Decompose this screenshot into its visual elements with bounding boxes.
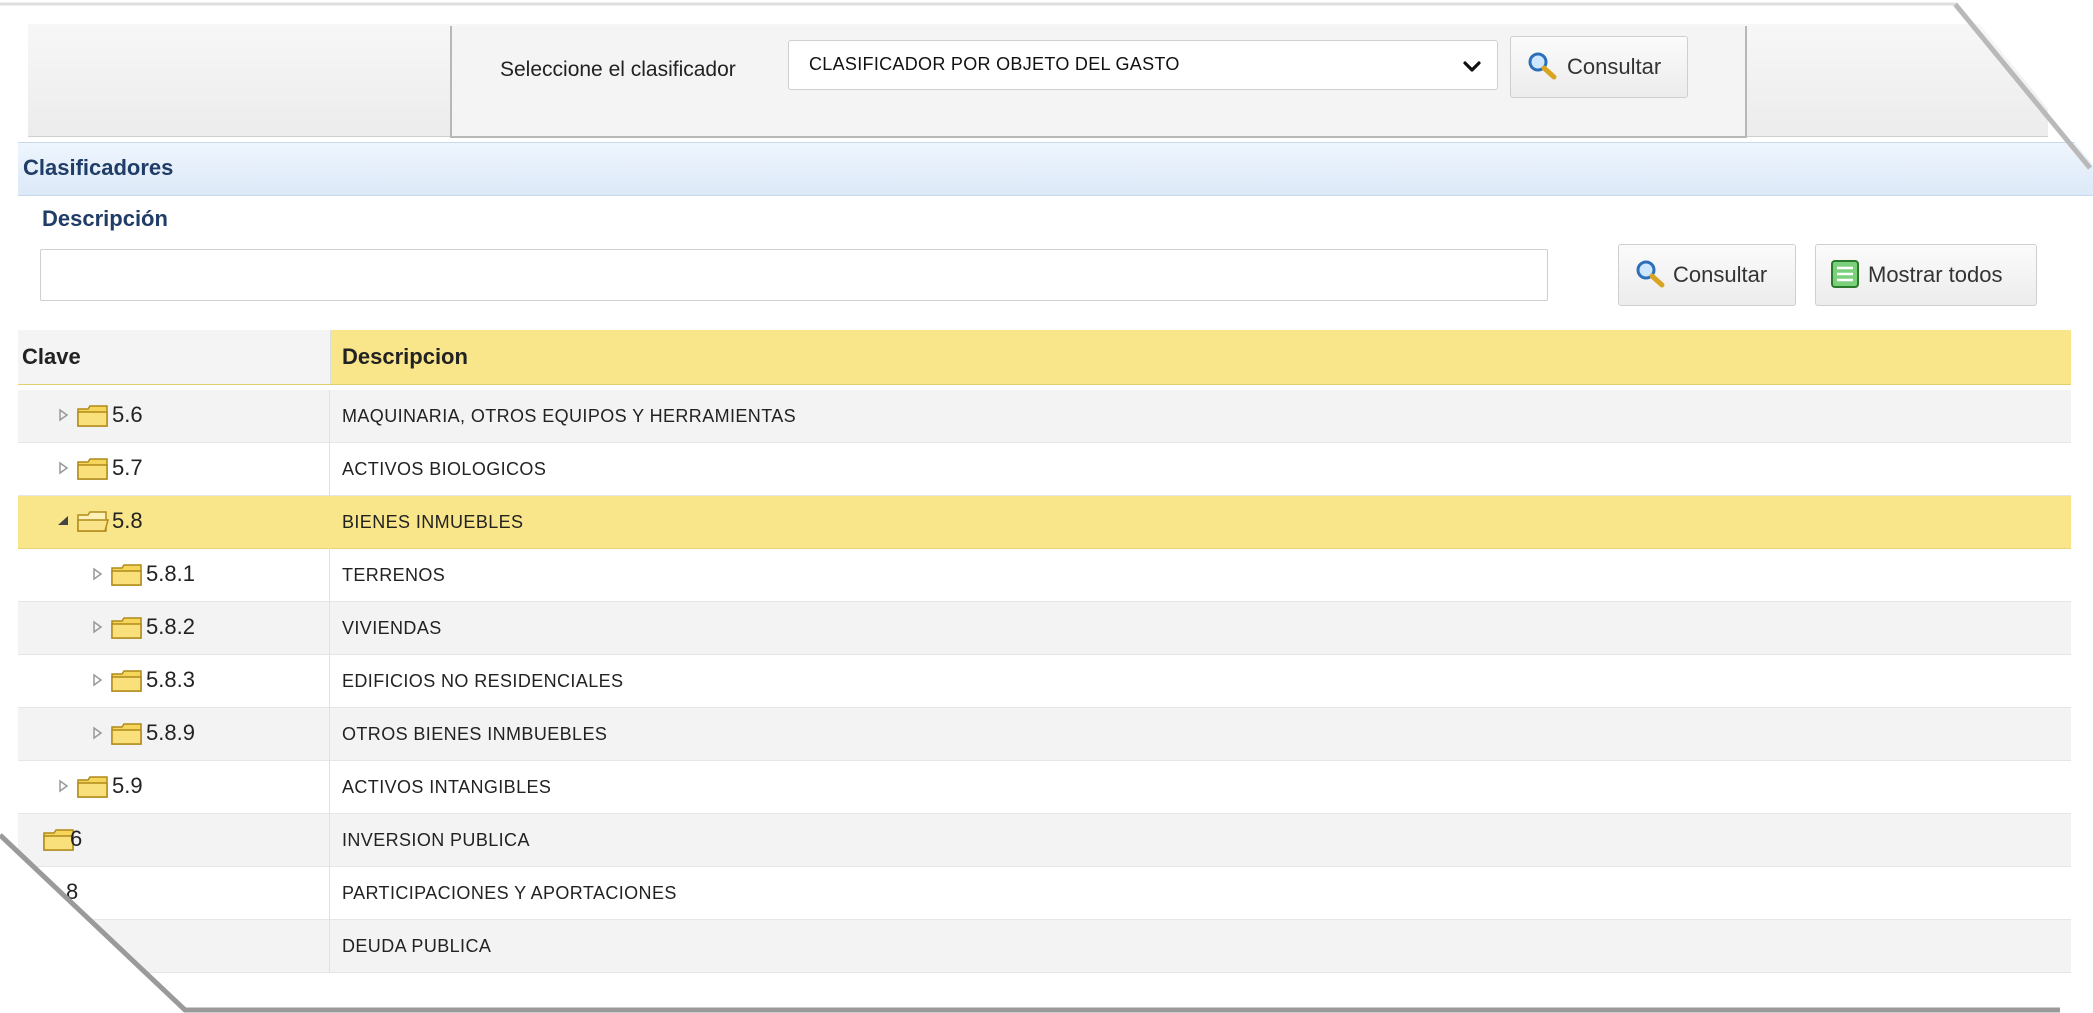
descripcion-value: ACTIVOS INTANGIBLES xyxy=(342,777,552,797)
tree-row[interactable]: 8 PARTICIPACIONES Y APORTACIONES xyxy=(18,867,2071,920)
classifiers-panel-header: Clasificadores xyxy=(18,142,2093,196)
clave-value: 6 xyxy=(70,826,83,851)
tree-row[interactable]: 5.8 BIENES INMUEBLES xyxy=(18,496,2071,549)
descripcion-value: VIVIENDAS xyxy=(342,618,442,638)
clave-cell: 5.7 xyxy=(18,443,330,496)
descripcion-value: DEUDA PUBLICA xyxy=(342,936,492,956)
search-icon xyxy=(1528,52,1557,80)
folder-icon xyxy=(77,405,108,427)
folder-open-icon xyxy=(77,511,109,532)
descripcion-value: TERRENOS xyxy=(342,565,446,585)
search-icon xyxy=(1636,260,1665,288)
folder-icon xyxy=(111,564,142,586)
consult-label: Consultar xyxy=(1673,262,1768,287)
expand-triangle-icon[interactable] xyxy=(56,460,70,476)
folder-icon xyxy=(77,776,108,798)
tree-row[interactable]: 5.8.2 VIVIENDAS xyxy=(18,602,2071,655)
clave-cell: 5.8.9 xyxy=(18,708,330,761)
clave-value: 5.7 xyxy=(112,455,143,480)
clave-cell: 5.9 xyxy=(18,761,330,814)
descripcion-value: EDIFICIOS NO RESIDENCIALES xyxy=(342,671,624,691)
expand-triangle-icon[interactable] xyxy=(56,778,70,794)
clave-value: 5.8.1 xyxy=(146,561,195,586)
description-search-input[interactable] xyxy=(40,249,1548,301)
descripcion-value: MAQUINARIA, OTROS EQUIPOS Y HERRAMIENTAS xyxy=(342,406,797,426)
tree-row[interactable]: DEUDA PUBLICA xyxy=(18,920,2071,973)
clave-cell: 6 xyxy=(18,814,330,867)
description-label: Descripción xyxy=(42,206,168,231)
page-frame: Seleccione el clasificador CLASIFICADOR … xyxy=(0,0,2093,1013)
tree-row[interactable]: 5.7 ACTIVOS BIOLOGICOS xyxy=(18,443,2071,496)
list-icon xyxy=(1831,260,1859,288)
grid-header: Clave Descripcion xyxy=(18,330,2071,385)
consult-label: Consultar xyxy=(1567,54,1662,79)
clave-cell: 5.8.3 xyxy=(18,655,330,708)
tree-row[interactable]: 6 INVERSION PUBLICA xyxy=(18,814,2071,867)
tree-row[interactable]: 5.8.9 OTROS BIENES INMBUEBLES xyxy=(18,708,2071,761)
descripcion-value: ACTIVOS BIOLOGICOS xyxy=(342,459,547,479)
classifier-select[interactable]: CLASIFICADOR POR OBJETO DEL GASTO xyxy=(788,40,1498,90)
folder-icon xyxy=(111,617,142,639)
chevron-down-icon xyxy=(1463,61,1481,72)
folder-icon xyxy=(111,670,142,692)
descripcion-value: INVERSION PUBLICA xyxy=(342,830,530,850)
tree-row[interactable]: 5.9 ACTIVOS INTANGIBLES xyxy=(18,761,2071,814)
clave-cell: 8 xyxy=(18,867,330,920)
folder-icon xyxy=(77,458,108,480)
column-header-descripcion[interactable]: Descripcion xyxy=(342,344,468,370)
clave-cell xyxy=(18,920,330,973)
clave-value: 5.8.9 xyxy=(146,720,195,745)
clave-cell: 5.8.2 xyxy=(18,602,330,655)
folder-icon xyxy=(111,723,142,745)
expand-triangle-icon[interactable] xyxy=(90,619,104,635)
clave-value: 8 xyxy=(66,879,79,904)
tree-row[interactable]: 5.6 MAQUINARIA, OTROS EQUIPOS Y HERRAMIEN… xyxy=(18,390,2071,443)
clave-cell: 5.8 xyxy=(18,496,330,549)
clave-cell: 5.6 xyxy=(18,390,330,443)
expand-triangle-icon[interactable] xyxy=(90,566,104,582)
classifier-select-value: CLASIFICADOR POR OBJETO DEL GASTO xyxy=(809,54,1180,74)
tree-row[interactable]: 5.8.3 EDIFICIOS NO RESIDENCIALES xyxy=(18,655,2071,708)
classifier-consult-button[interactable]: Consultar xyxy=(1510,36,1688,98)
description-consult-button[interactable]: Consultar xyxy=(1618,244,1796,306)
clave-value: 5.6 xyxy=(112,402,143,427)
expand-triangle-icon[interactable] xyxy=(90,672,104,688)
clave-cell: 5.8.1 xyxy=(18,549,330,602)
show-all-label: Mostrar todos xyxy=(1868,262,2003,287)
expand-triangle-icon[interactable] xyxy=(90,725,104,741)
expand-triangle-icon[interactable] xyxy=(56,407,70,423)
show-all-button[interactable]: Mostrar todos xyxy=(1815,244,2037,306)
descripcion-value: OTROS BIENES INMBUEBLES xyxy=(342,724,608,744)
descripcion-value: BIENES INMUEBLES xyxy=(342,512,524,532)
clave-value: 5.8.2 xyxy=(146,614,195,639)
clave-value: 5.8.3 xyxy=(146,667,195,692)
descripcion-value: PARTICIPACIONES Y APORTACIONES xyxy=(342,883,677,903)
classifier-label: Seleccione el clasificador xyxy=(500,58,736,81)
column-header-clave[interactable]: Clave xyxy=(22,344,81,370)
clave-value: 5.8 xyxy=(112,508,143,533)
panel-title: Clasificadores xyxy=(23,155,174,180)
clave-value: 5.9 xyxy=(112,773,143,798)
tree-row[interactable]: 5.8.1 TERRENOS xyxy=(18,549,2071,602)
collapse-triangle-icon[interactable] xyxy=(56,513,70,529)
